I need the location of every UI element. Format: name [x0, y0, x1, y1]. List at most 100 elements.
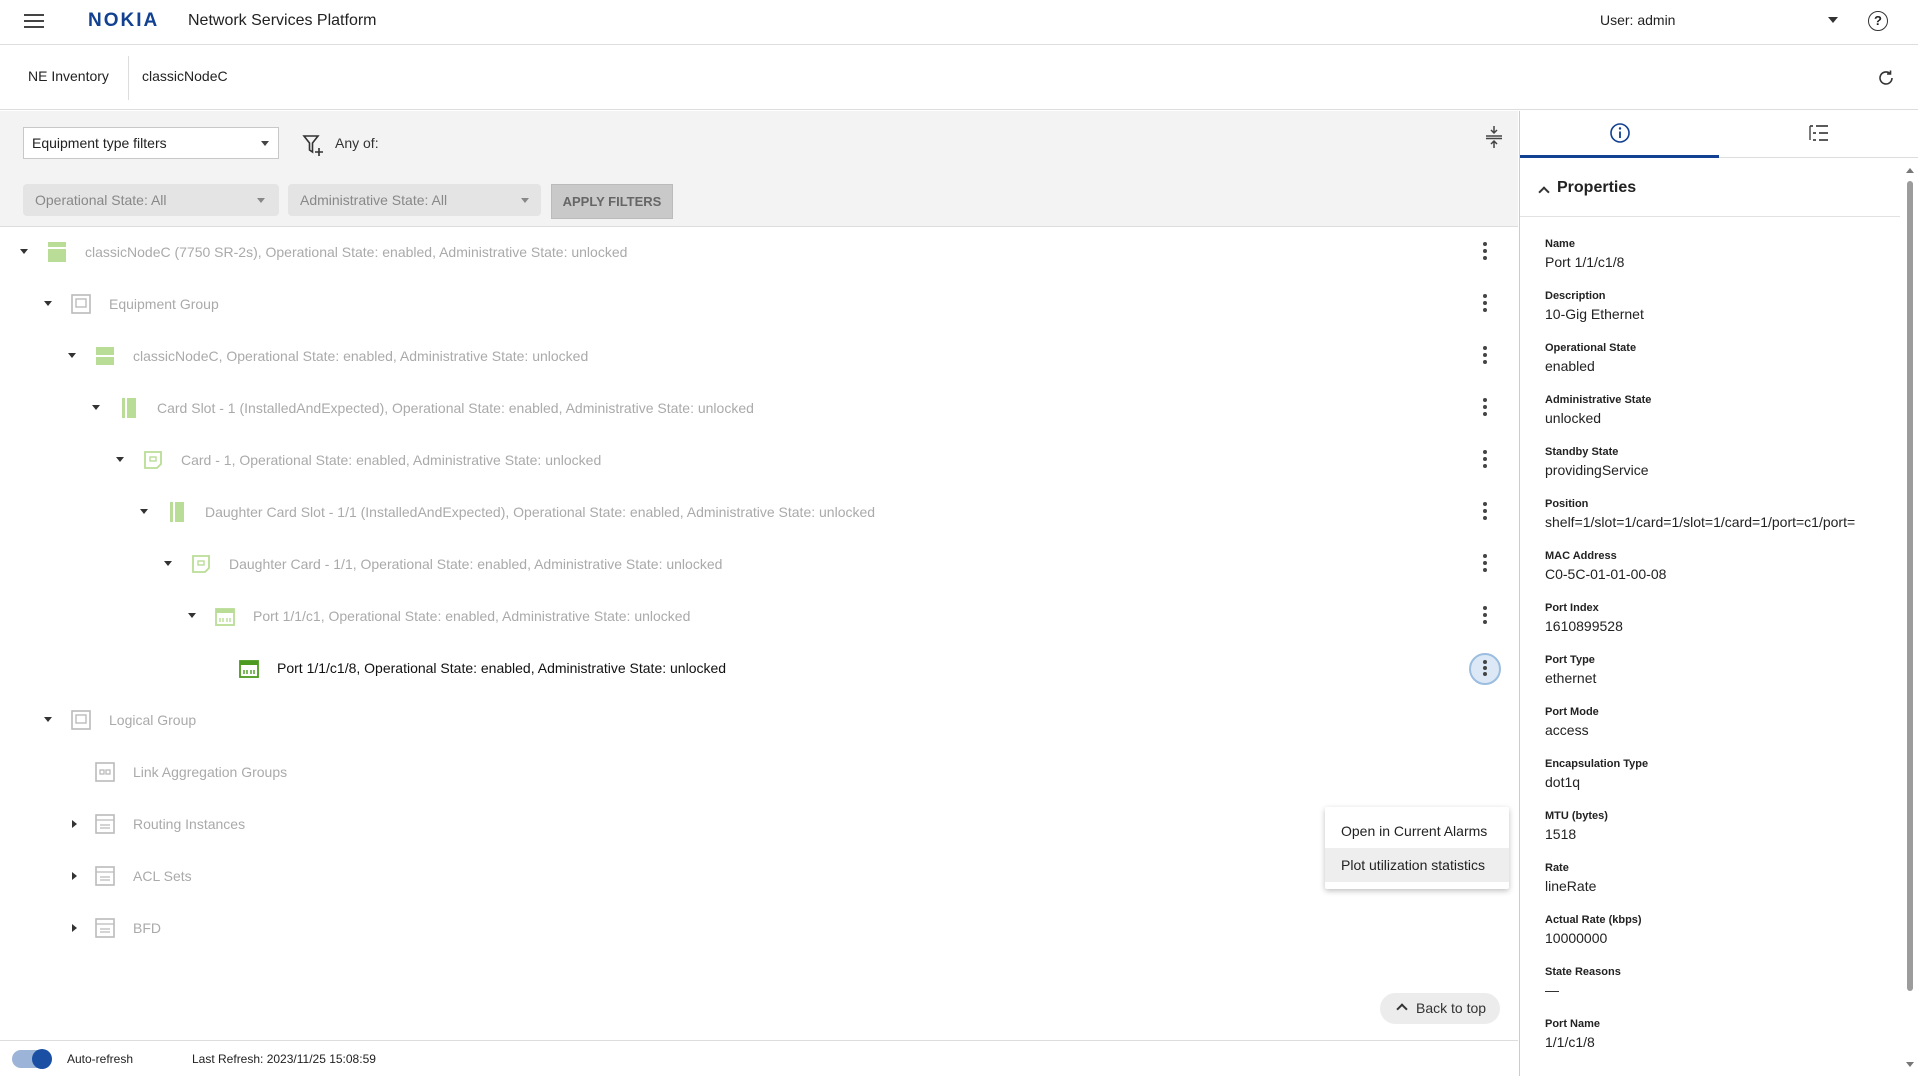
tree-row-label: BFD — [133, 920, 161, 936]
equipment-type-filter-select[interactable]: Equipment type filters — [23, 127, 279, 159]
expand-toggle-icon[interactable] — [92, 405, 100, 410]
property-port-type: Port Type ethernet — [1545, 654, 1895, 686]
top-bar: NOKIA Network Services Platform User: ad… — [0, 0, 1918, 45]
tree-row-label: ACL Sets — [133, 868, 192, 884]
scrollbar-thumb[interactable] — [1907, 181, 1913, 991]
tree-row-label: Routing Instances — [133, 816, 246, 832]
more-options-icon[interactable] — [1476, 291, 1494, 317]
back-to-top-button[interactable]: Back to top — [1380, 993, 1500, 1024]
expand-toggle-icon[interactable] — [164, 561, 172, 566]
property-value: dot1q — [1545, 774, 1581, 790]
expand-toggle-icon[interactable] — [72, 872, 77, 880]
expand-toggle-icon[interactable] — [188, 613, 196, 618]
expand-toggle-icon[interactable] — [116, 457, 124, 462]
panel-tabs — [1520, 111, 1918, 158]
tree-row[interactable]: Port 1/1/c1, Operational State: enabled,… — [0, 591, 1518, 643]
operational-state-filter[interactable]: Operational State: All — [23, 184, 279, 216]
more-options-icon[interactable] — [1469, 653, 1501, 685]
back-to-top-label: Back to top — [1416, 1000, 1487, 1016]
tree-row-label: Link Aggregation Groups — [133, 764, 288, 780]
scroll-up-icon[interactable] — [1906, 168, 1914, 173]
expand-toggle-icon[interactable] — [140, 509, 148, 514]
expand-toggle-icon[interactable] — [44, 301, 52, 306]
more-options-icon[interactable] — [1476, 551, 1494, 577]
property-mac-address: MAC Address C0-5C-01-01-00-08 — [1545, 550, 1895, 582]
more-options-icon[interactable] — [1476, 395, 1494, 421]
property-value: ethernet — [1545, 670, 1597, 686]
filter-area: Equipment type filters Any of: Operation… — [0, 111, 1518, 227]
port-icon — [239, 660, 259, 678]
shelf-icon — [96, 347, 114, 365]
auto-refresh-toggle[interactable] — [12, 1049, 52, 1069]
tab-info[interactable] — [1520, 111, 1719, 158]
property-description: Description 10-Gig Ethernet — [1545, 290, 1895, 322]
property-value: 10-Gig Ethernet — [1545, 306, 1644, 322]
property-value: providingService — [1545, 462, 1649, 478]
property-key: MTU (bytes) — [1545, 810, 1608, 822]
tree-row-label: Port 1/1/c1, Operational State: enabled,… — [253, 608, 691, 624]
tree-row[interactable]: Card Slot - 1 (InstalledAndExpected), Op… — [0, 383, 1518, 435]
link-aggregation-icon — [95, 762, 115, 782]
tree-row[interactable]: ACL Sets — [0, 851, 1518, 903]
expand-toggle-icon[interactable] — [68, 353, 76, 358]
tree-row[interactable]: Link Aggregation Groups — [0, 747, 1518, 799]
property-key: Administrative State — [1545, 394, 1652, 406]
breadcrumb-ne-inventory[interactable]: NE Inventory — [28, 68, 109, 84]
more-options-icon[interactable] — [1476, 343, 1494, 369]
properties-section-header[interactable]: Properties — [1520, 159, 1900, 217]
scroll-down-icon[interactable] — [1906, 1062, 1914, 1067]
tab-details-list[interactable] — [1719, 111, 1918, 158]
apply-filters-button[interactable]: APPLY FILTERS — [551, 184, 673, 219]
last-refresh-timestamp: Last Refresh: 2023/11/25 15:08:59 — [192, 1052, 376, 1066]
tree-row[interactable]: Equipment Group — [0, 279, 1518, 331]
expand-toggle-icon[interactable] — [20, 249, 28, 254]
help-icon[interactable]: ? — [1868, 11, 1888, 31]
more-options-icon[interactable] — [1476, 447, 1494, 473]
tree-row[interactable]: classicNodeC (7750 SR-2s), Operational S… — [0, 227, 1518, 279]
tree-row[interactable]: BFD — [0, 903, 1518, 955]
user-menu[interactable]: User: admin — [1600, 12, 1675, 28]
expand-toggle-icon[interactable] — [44, 717, 52, 722]
refresh-icon[interactable] — [1876, 68, 1896, 88]
port-icon — [215, 608, 235, 626]
tree-row[interactable]: Daughter Card Slot - 1/1 (InstalledAndEx… — [0, 487, 1518, 539]
administrative-state-filter[interactable]: Administrative State: All — [288, 184, 541, 216]
property-operational-state: Operational State enabled — [1545, 342, 1895, 374]
property-administrative-state: Administrative State unlocked — [1545, 394, 1895, 426]
menu-item-open-in-current-alarms[interactable]: Open in Current Alarms — [1325, 814, 1509, 848]
property-key: MAC Address — [1545, 550, 1617, 562]
hamburger-menu-icon[interactable] — [24, 14, 44, 30]
more-options-icon[interactable] — [1476, 239, 1494, 265]
filter-icon[interactable] — [302, 133, 326, 157]
tree-row[interactable]: Logical Group — [0, 695, 1518, 747]
chevron-down-icon[interactable] — [1828, 17, 1838, 23]
property-value: 1610899528 — [1545, 618, 1623, 634]
tree-row-selected[interactable]: Port 1/1/c1/8, Operational State: enable… — [0, 643, 1518, 695]
property-port-name: Port Name 1/1/c1/8 — [1545, 1018, 1895, 1050]
menu-item-plot-utilization-statistics[interactable]: Plot utilization statistics — [1325, 848, 1509, 882]
property-key: Port Index — [1545, 602, 1599, 614]
expand-toggle-icon[interactable] — [72, 820, 77, 828]
property-mtu: MTU (bytes) 1518 — [1545, 810, 1895, 842]
more-options-icon[interactable] — [1476, 499, 1494, 525]
property-encapsulation-type: Encapsulation Type dot1q — [1545, 758, 1895, 790]
more-options-icon[interactable] — [1476, 603, 1494, 629]
property-name: Name Port 1/1/c1/8 — [1545, 238, 1895, 270]
list-icon — [1809, 125, 1828, 141]
bfd-icon — [95, 918, 115, 938]
tree-row[interactable]: Daughter Card - 1/1, Operational State: … — [0, 539, 1518, 591]
property-key: Description — [1545, 290, 1606, 302]
tree-row[interactable]: Card - 1, Operational State: enabled, Ad… — [0, 435, 1518, 487]
properties-title: Properties — [1557, 179, 1637, 196]
tree-row[interactable]: classicNodeC, Operational State: enabled… — [0, 331, 1518, 383]
chevron-down-icon — [257, 198, 265, 203]
daughter-card-icon — [192, 555, 210, 573]
logical-group-icon — [71, 710, 91, 730]
property-key: Port Type — [1545, 654, 1595, 666]
tree-row[interactable]: Routing Instances — [0, 799, 1518, 851]
expand-toggle-icon[interactable] — [72, 924, 77, 932]
collapse-all-icon[interactable] — [1485, 125, 1503, 149]
property-value: 10000000 — [1545, 930, 1608, 946]
property-value: shelf=1/slot=1/card=1/slot=1/card=1/port… — [1545, 514, 1856, 530]
property-port-index: Port Index 1610899528 — [1545, 602, 1895, 634]
